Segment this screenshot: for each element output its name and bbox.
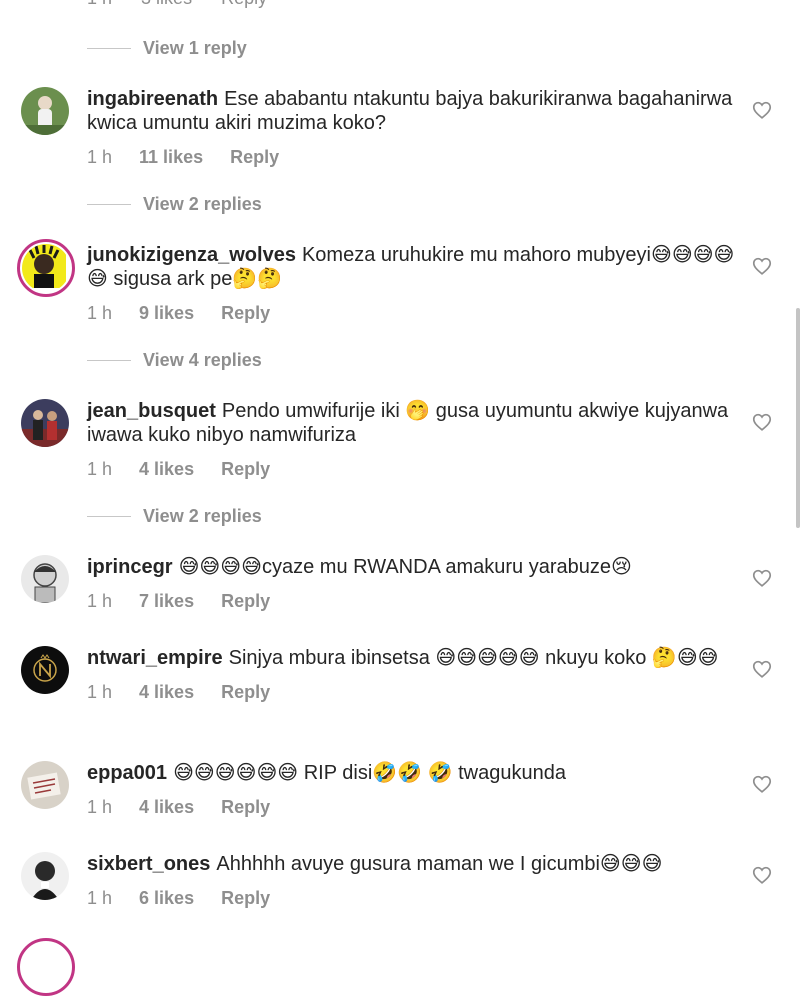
comment-time: 1 h bbox=[87, 459, 113, 479]
comment-time: 1 h bbox=[87, 591, 113, 611]
avatar[interactable] bbox=[21, 555, 69, 603]
avatar[interactable] bbox=[21, 87, 69, 135]
comment-time: 1 h bbox=[87, 147, 113, 167]
comment-username[interactable]: sixbert_ones bbox=[87, 853, 210, 875]
reply-link[interactable]: Reply bbox=[221, 0, 267, 8]
replies-divider bbox=[87, 47, 131, 49]
reply-link[interactable]: Reply bbox=[230, 145, 279, 169]
reply-link[interactable]: Reply bbox=[221, 301, 270, 325]
reply-link[interactable]: Reply bbox=[221, 589, 270, 613]
heart-outline-icon[interactable] bbox=[751, 658, 773, 680]
comment-username[interactable]: ntwari_empire bbox=[87, 647, 223, 669]
comment-username[interactable]: jean_busquet bbox=[87, 400, 216, 422]
reply-link[interactable]: Reply bbox=[221, 457, 270, 481]
heart-outline-icon[interactable] bbox=[751, 773, 773, 795]
comment-likes[interactable]: 4 likes bbox=[139, 680, 194, 704]
heart-outline-icon[interactable] bbox=[751, 864, 773, 886]
reply-link[interactable]: Reply bbox=[221, 886, 270, 910]
comment-meta: 1 h 4 likes Reply bbox=[87, 457, 737, 481]
avatar[interactable] bbox=[17, 938, 75, 996]
heart-outline-icon[interactable] bbox=[751, 99, 773, 121]
comment-likes[interactable]: 3 likes bbox=[141, 0, 192, 8]
view-replies-link[interactable]: View 2 replies bbox=[87, 192, 262, 216]
comment-text: Ahhhhh avuye gusura maman we I gicumbi😅😅… bbox=[216, 853, 663, 875]
avatar[interactable] bbox=[21, 761, 69, 809]
comment-meta: 1 h 4 likes Reply bbox=[87, 795, 737, 819]
scrollbar[interactable] bbox=[796, 308, 800, 528]
comment-text: Sinjya mbura ibinsetsa 😅😅😅😅😅 nkuyu koko … bbox=[228, 647, 719, 669]
replies-divider bbox=[87, 203, 131, 205]
comment-text: 😅😅😅😅😅😅 RIP disi🤣🤣 🤣 twagukunda bbox=[173, 762, 566, 784]
comment-text: 😅😅😅😅cyaze mu RWANDA amakuru yarabuze😢 bbox=[178, 556, 632, 578]
view-replies-link[interactable]: View 2 replies bbox=[87, 504, 262, 528]
comment-time: 1 h bbox=[87, 797, 113, 817]
comment-time: 1 h bbox=[87, 682, 113, 702]
comment-likes[interactable]: 9 likes bbox=[139, 301, 194, 325]
replies-divider bbox=[87, 515, 131, 517]
view-replies-link[interactable]: View 1 reply bbox=[87, 36, 247, 60]
comment-meta: 1 h 11 likes Reply bbox=[87, 145, 737, 169]
avatar[interactable] bbox=[21, 646, 69, 694]
comment-meta: 1 h 9 likes Reply bbox=[87, 301, 737, 325]
avatar[interactable] bbox=[21, 399, 69, 447]
comment-likes[interactable]: 4 likes bbox=[139, 457, 194, 481]
comment-likes[interactable]: 6 likes bbox=[139, 886, 194, 910]
avatar[interactable] bbox=[21, 852, 69, 900]
view-replies-link[interactable]: View 4 replies bbox=[87, 348, 262, 372]
comment-username[interactable]: eppa001 bbox=[87, 762, 167, 784]
comment-likes[interactable]: 11 likes bbox=[139, 145, 203, 169]
heart-outline-icon[interactable] bbox=[751, 255, 773, 277]
heart-outline-icon[interactable] bbox=[751, 411, 773, 433]
reply-link[interactable]: Reply bbox=[221, 680, 270, 704]
avatar[interactable] bbox=[17, 239, 75, 297]
comment-meta: 1 h 7 likes Reply bbox=[87, 589, 737, 613]
reply-link[interactable]: Reply bbox=[221, 795, 270, 819]
comment-meta: 1 h 6 likes Reply bbox=[87, 886, 737, 910]
comment-username[interactable]: iprincegr bbox=[87, 556, 173, 578]
comment-likes[interactable]: 4 likes bbox=[139, 795, 194, 819]
comment-likes[interactable]: 7 likes bbox=[139, 589, 194, 613]
comment-time: 1 h bbox=[87, 888, 113, 908]
comment-meta-partial: 1 h 3 likes Reply bbox=[87, 0, 291, 9]
comment-time: 1 h bbox=[87, 303, 113, 323]
heart-outline-icon[interactable] bbox=[751, 567, 773, 589]
comment-meta: 1 h 4 likes Reply bbox=[87, 680, 737, 704]
comment-username[interactable]: junokizigenza_wolves bbox=[87, 244, 296, 266]
comment-username[interactable]: ingabireenath bbox=[87, 88, 218, 110]
replies-divider bbox=[87, 359, 131, 361]
comment-time: 1 h bbox=[87, 0, 112, 8]
